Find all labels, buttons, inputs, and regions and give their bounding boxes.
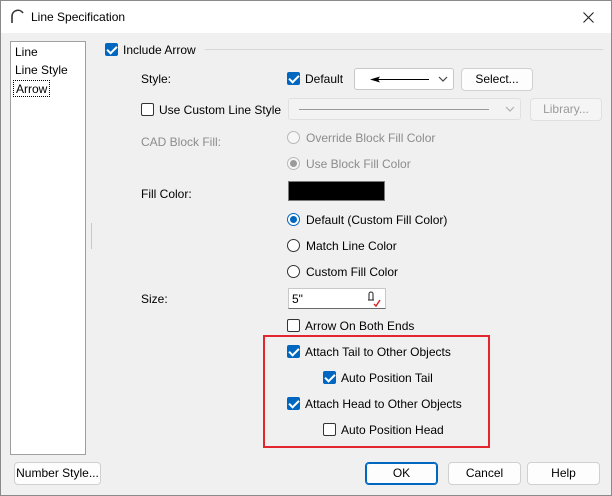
close-button[interactable] <box>565 1 611 33</box>
chevron-down-icon <box>438 76 448 82</box>
cad-block-fill-label: CAD Block Fill: <box>141 135 222 149</box>
arc-app-icon <box>11 9 24 23</box>
nav-item-arrow[interactable]: Arrow <box>13 80 51 97</box>
window-title: Line Specification <box>31 10 126 24</box>
use-block-fill-radio[interactable] <box>287 157 300 170</box>
line-specification-dialog: Line Specification Line Line Style Arrow… <box>0 0 612 496</box>
arrow-style-dropdown[interactable] <box>354 68 454 90</box>
auto-position-tail-label: Auto Position Tail <box>341 371 433 385</box>
use-block-fill-label: Use Block Fill Color <box>306 157 411 171</box>
fill-custom-label: Custom Fill Color <box>306 265 399 279</box>
select-style-button[interactable]: Select... <box>461 68 533 91</box>
attach-head-checkbox[interactable] <box>287 397 300 410</box>
style-default-label: Default <box>305 72 344 86</box>
title-bar: Line Specification <box>1 1 611 33</box>
close-icon <box>582 11 594 23</box>
fill-default-radio[interactable] <box>287 213 300 226</box>
style-default-checkbox[interactable] <box>287 72 300 85</box>
arrow-both-ends-label: Arrow On Both Ends <box>305 319 415 333</box>
override-block-fill-label: Override Block Fill Color <box>306 131 436 145</box>
nav-item-line-style[interactable]: Line Style <box>13 62 70 79</box>
category-list: Line Line Style Arrow <box>10 41 86 455</box>
fill-custom-radio[interactable] <box>287 265 300 278</box>
number-style-button[interactable]: Number Style... <box>14 462 101 485</box>
edit-value-icon[interactable] <box>365 291 381 307</box>
fill-default-label: Default (Custom Fill Color) <box>306 213 448 227</box>
group-separator <box>205 49 603 50</box>
custom-line-style-label: Use Custom Line Style <box>159 103 282 117</box>
line-style-preview <box>299 109 489 110</box>
size-input[interactable]: 5" <box>288 288 386 309</box>
auto-position-tail-checkbox[interactable] <box>323 371 336 384</box>
override-block-fill-radio[interactable] <box>287 131 300 144</box>
nav-item-line[interactable]: Line <box>13 44 40 61</box>
size-label: Size: <box>141 292 168 306</box>
include-arrow-checkbox[interactable] <box>105 43 118 56</box>
auto-position-head-checkbox[interactable] <box>323 423 336 436</box>
auto-position-head-label: Auto Position Head <box>341 423 444 437</box>
pane-splitter[interactable] <box>90 223 93 249</box>
fill-match-line-label: Match Line Color <box>306 239 397 253</box>
custom-line-style-dropdown[interactable] <box>288 98 521 120</box>
attach-head-label: Attach Head to Other Objects <box>305 397 462 411</box>
arrow-style-preview <box>370 76 429 83</box>
fill-color-swatch[interactable] <box>288 181 385 201</box>
arrow-both-ends-checkbox[interactable] <box>287 319 300 332</box>
fill-match-line-radio[interactable] <box>287 239 300 252</box>
ok-button[interactable]: OK <box>365 462 438 485</box>
fill-color-label: Fill Color: <box>141 187 192 201</box>
size-value: 5" <box>292 292 303 306</box>
custom-line-style-checkbox[interactable] <box>141 103 154 116</box>
cancel-button[interactable]: Cancel <box>448 462 521 485</box>
attach-tail-label: Attach Tail to Other Objects <box>305 345 451 359</box>
include-arrow-label: Include Arrow <box>123 43 196 57</box>
style-label: Style: <box>141 72 172 86</box>
help-button[interactable]: Help <box>527 462 600 485</box>
library-button[interactable]: Library... <box>530 98 602 121</box>
attach-tail-checkbox[interactable] <box>287 345 300 358</box>
chevron-down-icon <box>505 106 515 112</box>
